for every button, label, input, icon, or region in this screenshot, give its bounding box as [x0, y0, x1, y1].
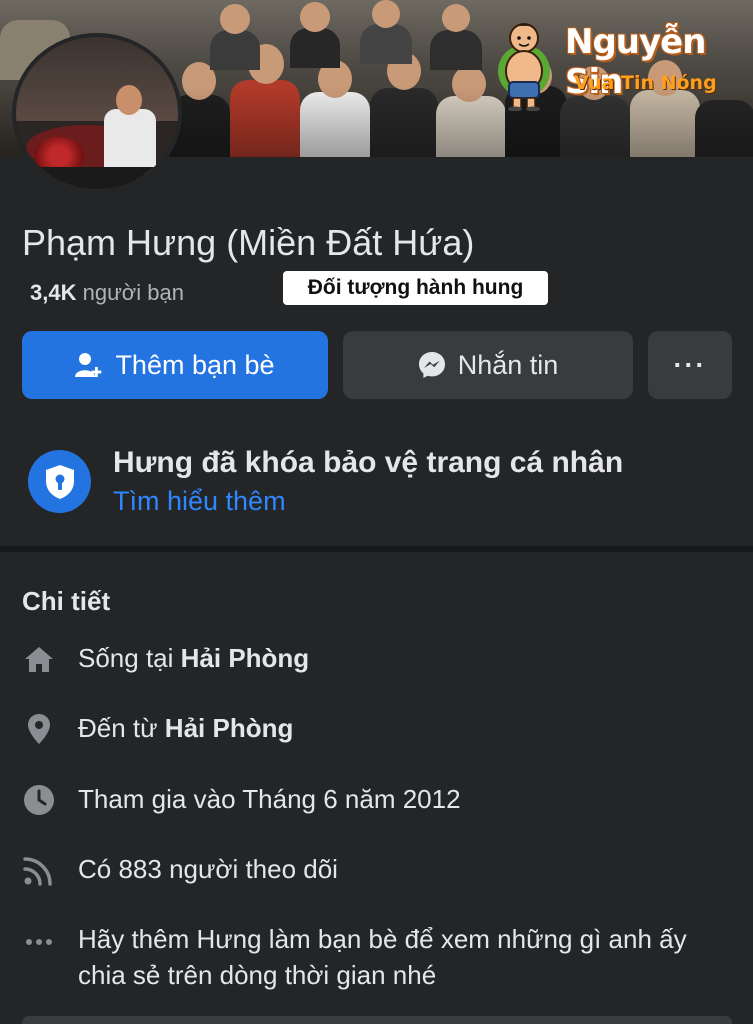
friends-count: 3,4K — [30, 280, 77, 305]
home-icon — [22, 642, 56, 676]
more-dots-icon — [22, 925, 56, 959]
followers-text[interactable]: Có 883 người theo dõi — [78, 851, 738, 887]
section-divider — [0, 546, 753, 552]
add-friend-hint-text: Hãy thêm Hưng làm bạn bè để xem những gì… — [78, 924, 687, 990]
more-options-button[interactable]: ··· — [648, 331, 732, 399]
add-friend-button[interactable]: Thêm bạn bè — [22, 331, 328, 399]
avatar[interactable] — [12, 33, 182, 193]
lock-notice-title: Hưng đã khóa bảo vệ trang cá nhân — [113, 446, 624, 479]
lives-prefix: Sống tại — [78, 643, 174, 673]
followers-rss-icon — [22, 853, 56, 887]
messenger-icon — [418, 352, 445, 378]
from-place[interactable]: Hải Phòng — [165, 713, 294, 743]
friends-count-link[interactable]: 3,4K người bạn — [30, 280, 184, 306]
mascot-icon — [498, 23, 550, 111]
add-friend-label: Thêm bạn bè — [115, 349, 275, 380]
clock-icon — [22, 783, 56, 817]
details-heading: Chi tiết — [22, 586, 111, 616]
add-friend-icon — [75, 353, 102, 377]
location-pin-icon — [22, 712, 56, 746]
friends-label: người bạn — [82, 280, 184, 305]
shield-lock-icon — [28, 450, 91, 513]
watermark-slogan: Vua Tin Nóng — [574, 72, 717, 94]
learn-more-link[interactable]: Tìm hiểu thêm — [113, 486, 286, 517]
next-section-edge — [22, 1016, 732, 1024]
lives-place[interactable]: Hải Phòng — [181, 643, 310, 673]
more-dots-icon: ··· — [673, 349, 707, 380]
profile-name: Phạm Hưng (Miền Đất Hứa) — [22, 222, 475, 263]
message-label: Nhắn tin — [457, 349, 559, 380]
caption-badge: Đối tượng hành hung — [283, 271, 548, 305]
joined-text: Tham gia vào Tháng 6 năm 2012 — [78, 784, 461, 814]
message-button[interactable]: Nhắn tin — [343, 331, 633, 399]
watermark-logo: Nguyễn Sin Vua Tin Nóng — [489, 10, 739, 111]
from-prefix: Đến từ — [78, 713, 158, 743]
